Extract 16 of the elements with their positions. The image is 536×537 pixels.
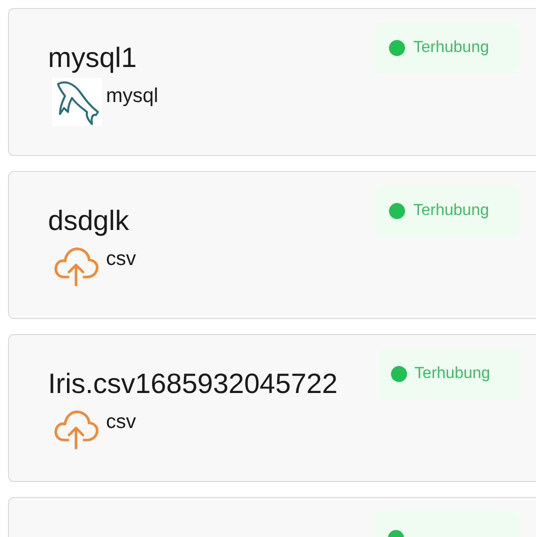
connection-name: mysql1 — [48, 42, 137, 74]
connection-card[interactable]: Iris.csv1685932045722 Terhubung csv — [8, 334, 536, 482]
status-dot — [389, 203, 406, 219]
connection-card[interactable]: mysql1 Terhubung mysql — [8, 8, 536, 156]
source-type: mysql — [106, 84, 158, 108]
status-dot — [390, 366, 407, 382]
source-type: csv — [106, 410, 136, 434]
connection-card[interactable]: dsdglk Terhubung csv — [8, 171, 536, 319]
dolphin-icon — [52, 78, 102, 126]
connection-name: Iris.csv1685932045722 — [48, 368, 338, 400]
status-label: Terhubung — [413, 202, 489, 220]
status-dot — [389, 40, 406, 56]
status-label: Terhubung — [414, 365, 490, 383]
status-label: Terhubung — [413, 39, 489, 57]
connection-name: dsdglk — [48, 205, 129, 237]
source-type: csv — [106, 248, 136, 270]
